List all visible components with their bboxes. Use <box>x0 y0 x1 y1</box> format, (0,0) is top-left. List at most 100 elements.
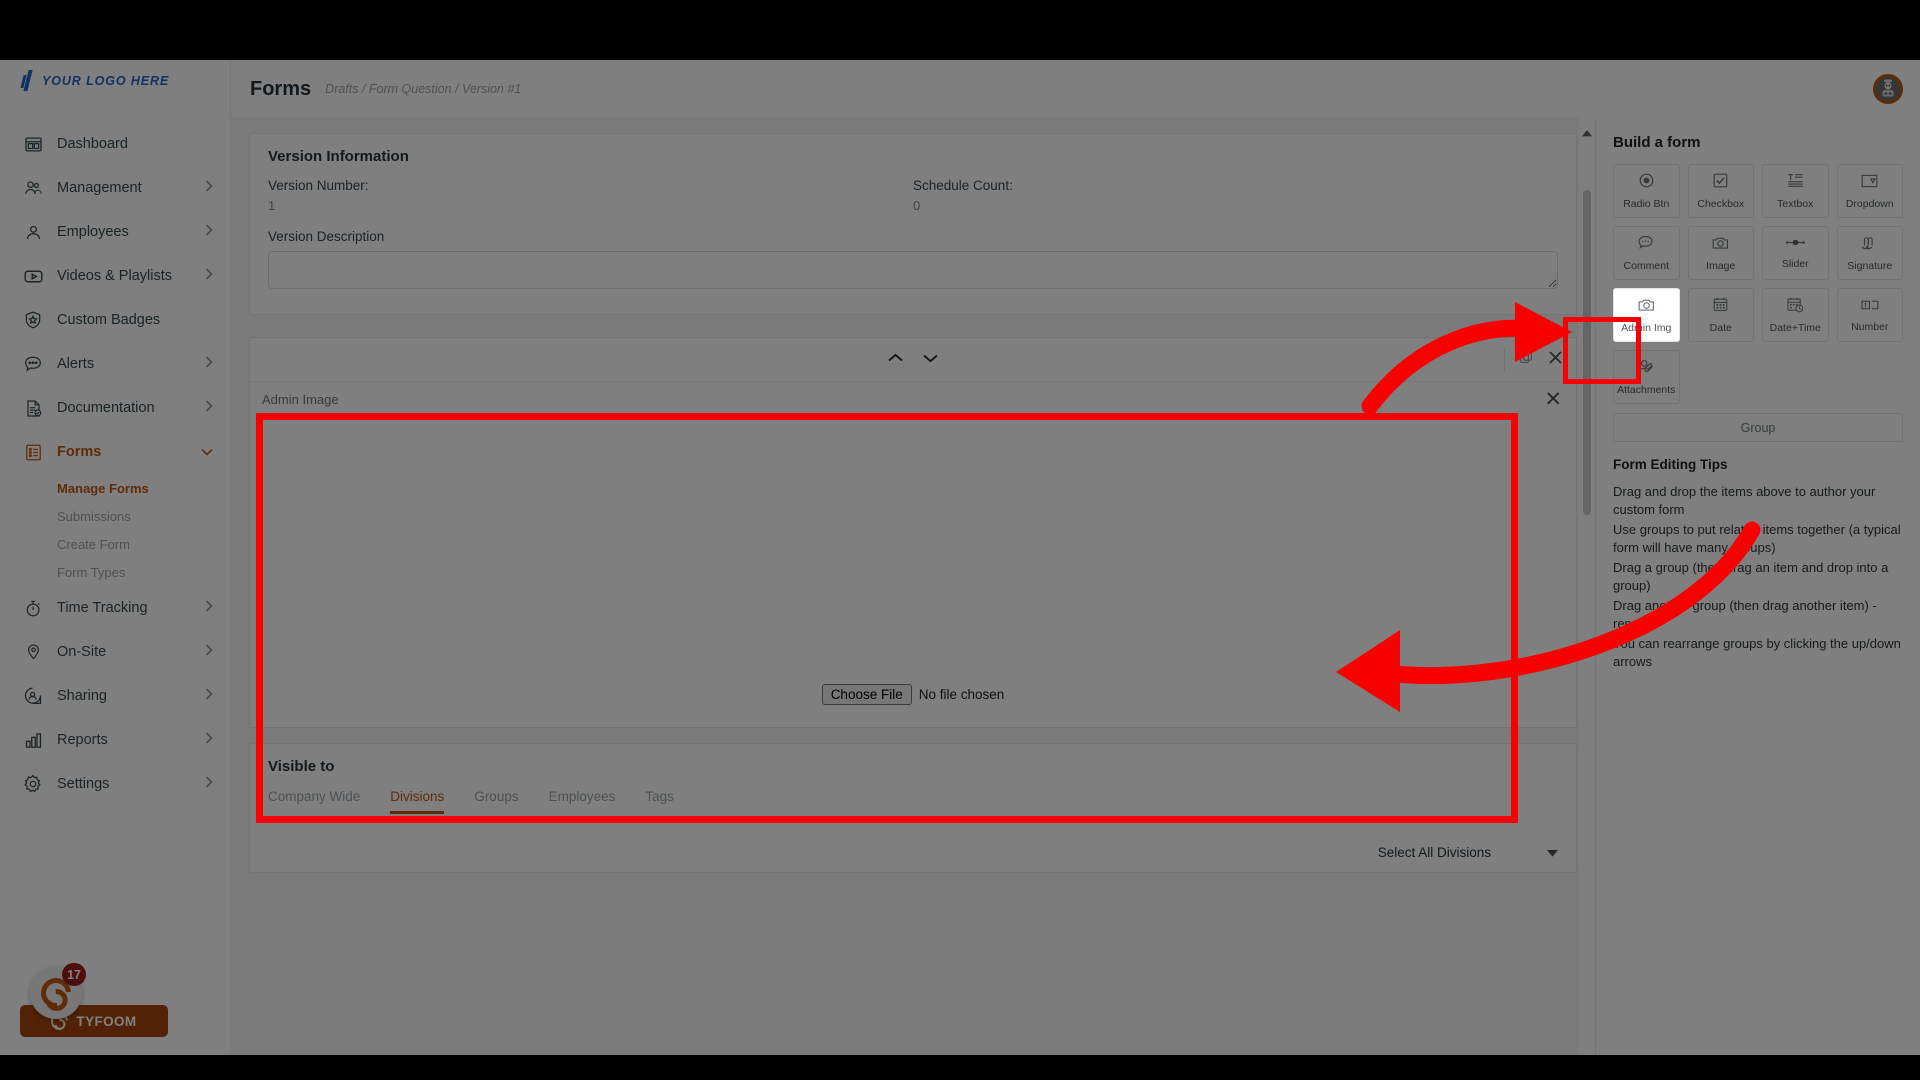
remove-admin-image-button[interactable]: ✕ <box>1544 389 1562 410</box>
copy-icon[interactable] <box>1519 350 1534 370</box>
tab-divisions[interactable]: Divisions <box>390 789 445 814</box>
sidebar-item-dashboard[interactable]: Dashboard <box>0 122 231 166</box>
palette-item-label: Date+Time <box>1769 322 1821 334</box>
sidebar-item-time-tracking[interactable]: Time Tracking <box>0 586 231 630</box>
palette-item-checkbox[interactable]: Checkbox <box>1687 164 1754 218</box>
form-editing-tip: Drag another group (then drag another it… <box>1613 597 1877 632</box>
palette-item-comment[interactable]: Comment <box>1613 226 1680 280</box>
palette-item-attachments[interactable]: Attachments <box>1613 350 1680 404</box>
palette-item-label: Image <box>1706 259 1736 272</box>
document-icon <box>22 397 44 419</box>
move-down-button[interactable] <box>921 351 940 369</box>
palette-item-textbox[interactable]: Textbox <box>1762 164 1829 218</box>
palette-item-date-time[interactable]: Date+Time <box>1762 288 1829 342</box>
sidebar-item-documentation[interactable]: Documentation <box>0 386 231 430</box>
palette-item-date[interactable]: Date <box>1687 288 1754 342</box>
palette-item-admin-img[interactable]: Admin Img <box>1613 288 1680 342</box>
palette-item-label: Textbox <box>1777 198 1814 210</box>
calendar-icon <box>1712 296 1729 318</box>
chevron-right-icon <box>205 732 213 748</box>
sidebar-item-sharing[interactable]: Sharing <box>0 674 231 718</box>
chevron-down-icon <box>201 444 213 460</box>
move-up-button[interactable] <box>886 351 905 369</box>
sidebar-subitem-create-form[interactable]: Create Form <box>0 530 231 558</box>
sidebar-subitem-submissions[interactable]: Submissions <box>0 502 231 530</box>
select-all-divisions-control[interactable]: Select All Divisions <box>1378 845 1558 860</box>
admin-image-label: Admin Image <box>262 392 339 407</box>
sidebar-item-management[interactable]: Management <box>0 166 231 210</box>
sidebar-subitem-manage-forms[interactable]: Manage Forms <box>0 474 231 502</box>
notification-badge: 17 <box>62 963 86 986</box>
sidebar-item-on-site[interactable]: On-Site <box>0 630 231 674</box>
palette-item-slider[interactable]: Slider <box>1762 226 1829 280</box>
select-all-divisions-label: Select All Divisions <box>1377 845 1491 860</box>
version-description-input[interactable] <box>268 251 1558 289</box>
tyfoom-label: TYFOOM <box>76 1013 137 1029</box>
sidebar-item-label: Settings <box>57 776 110 792</box>
palette-item-label: Number <box>1851 320 1889 333</box>
palette-item-label: Date <box>1709 322 1732 334</box>
number-icon <box>1860 298 1880 317</box>
form-editing-tip: Drag and drop the items above to author … <box>1613 484 1876 518</box>
avatar[interactable] <box>1873 74 1903 104</box>
sidebar-item-employees[interactable]: Employees <box>0 210 231 254</box>
sidebar-subitem-label: Form Types <box>57 564 126 580</box>
palette-item-label: Checkbox <box>1697 198 1745 210</box>
palette-item-label: Dropdown <box>1845 197 1894 210</box>
sidebar-item-label: Reports <box>57 732 108 748</box>
app-viewport: YOUR LOGO HERE Dashboard Management Empl… <box>0 60 1920 1055</box>
content-scrollbar[interactable] <box>1579 118 1595 1055</box>
logo-text: YOUR LOGO HERE <box>42 73 170 88</box>
camera-icon <box>1637 297 1656 318</box>
bar-chart-icon <box>22 729 44 751</box>
company-logo: YOUR LOGO HERE <box>20 70 170 91</box>
close-icon[interactable] <box>1547 349 1564 371</box>
build-a-form-title: Build a form <box>1613 134 1701 151</box>
tab-groups[interactable]: Groups <box>474 789 518 814</box>
sidebar-item-custom-badges[interactable]: Custom Badges <box>0 298 231 342</box>
sidebar-item-videos-playlists[interactable]: Videos & Playlists <box>0 254 231 298</box>
choose-file-button[interactable]: Choose File <box>821 684 912 705</box>
form-editing-tip: Drag a group (then drag an item and drop… <box>1613 559 1889 594</box>
palette-item-signature[interactable]: Signature <box>1836 226 1903 280</box>
forms-subnav: Manage Forms Submissions Create Form For… <box>0 474 231 586</box>
camera-icon <box>1711 235 1730 256</box>
sidebar-item-forms[interactable]: Forms <box>0 430 231 474</box>
textbox-icon <box>1786 172 1805 194</box>
alerts-icon <box>22 353 44 375</box>
file-upload-row: Choose File No file chosen <box>250 684 1576 705</box>
admin-image-dropzone[interactable]: Admin Image ✕ Choose File No file chosen <box>250 382 1576 727</box>
sidebar-item-label: Time Tracking <box>57 600 148 616</box>
scroll-up-arrow-icon[interactable] <box>1582 124 1592 142</box>
version-number-label: Version Number: <box>268 178 369 193</box>
avatar-character-icon <box>1882 79 1894 97</box>
palette-item-number[interactable]: Number <box>1836 288 1903 342</box>
schedule-count-label: Schedule Count: <box>913 178 1013 193</box>
sidebar-item-alerts[interactable]: Alerts <box>0 342 231 386</box>
tab-company-wide[interactable]: Company Wide <box>268 789 360 814</box>
palette-item-dropdown[interactable]: Dropdown <box>1836 164 1903 218</box>
chevron-down-icon[interactable] <box>1547 845 1558 860</box>
palette-item-label: Attachments <box>1617 384 1676 396</box>
radio-button-icon <box>1638 172 1655 194</box>
chevron-right-icon <box>205 400 213 416</box>
employees-icon <box>22 221 44 243</box>
sidebar-item-settings[interactable]: Settings <box>0 762 231 806</box>
tab-tags[interactable]: Tags <box>645 789 674 814</box>
breadcrumb[interactable]: Drafts / Form Question / Version #1 <box>325 82 521 96</box>
version-information-card: Version Information Version Number: 1 Sc… <box>249 133 1577 315</box>
add-group-button[interactable]: Group <box>1613 413 1903 442</box>
scrollbar-thumb[interactable] <box>1583 190 1591 515</box>
palette-item-image[interactable]: Image <box>1687 226 1754 280</box>
sidebar-subitem-label: Create Form <box>57 536 130 552</box>
sidebar-item-label: Dashboard <box>57 136 128 152</box>
chevron-right-icon <box>205 180 213 196</box>
support-chat-button[interactable]: 17 <box>30 963 86 1019</box>
sidebar-subitem-form-types[interactable]: Form Types <box>0 558 231 586</box>
tab-employees[interactable]: Employees <box>549 789 616 814</box>
palette-item-radio-btn[interactable]: Radio Btn <box>1613 164 1680 218</box>
sidebar-item-reports[interactable]: Reports <box>0 718 231 762</box>
palette-item-label: Admin Img <box>1621 321 1672 334</box>
admin-image-widget-card: Admin Image ✕ Choose File No file chosen <box>249 337 1577 728</box>
version-number-value: 1 <box>268 198 276 213</box>
